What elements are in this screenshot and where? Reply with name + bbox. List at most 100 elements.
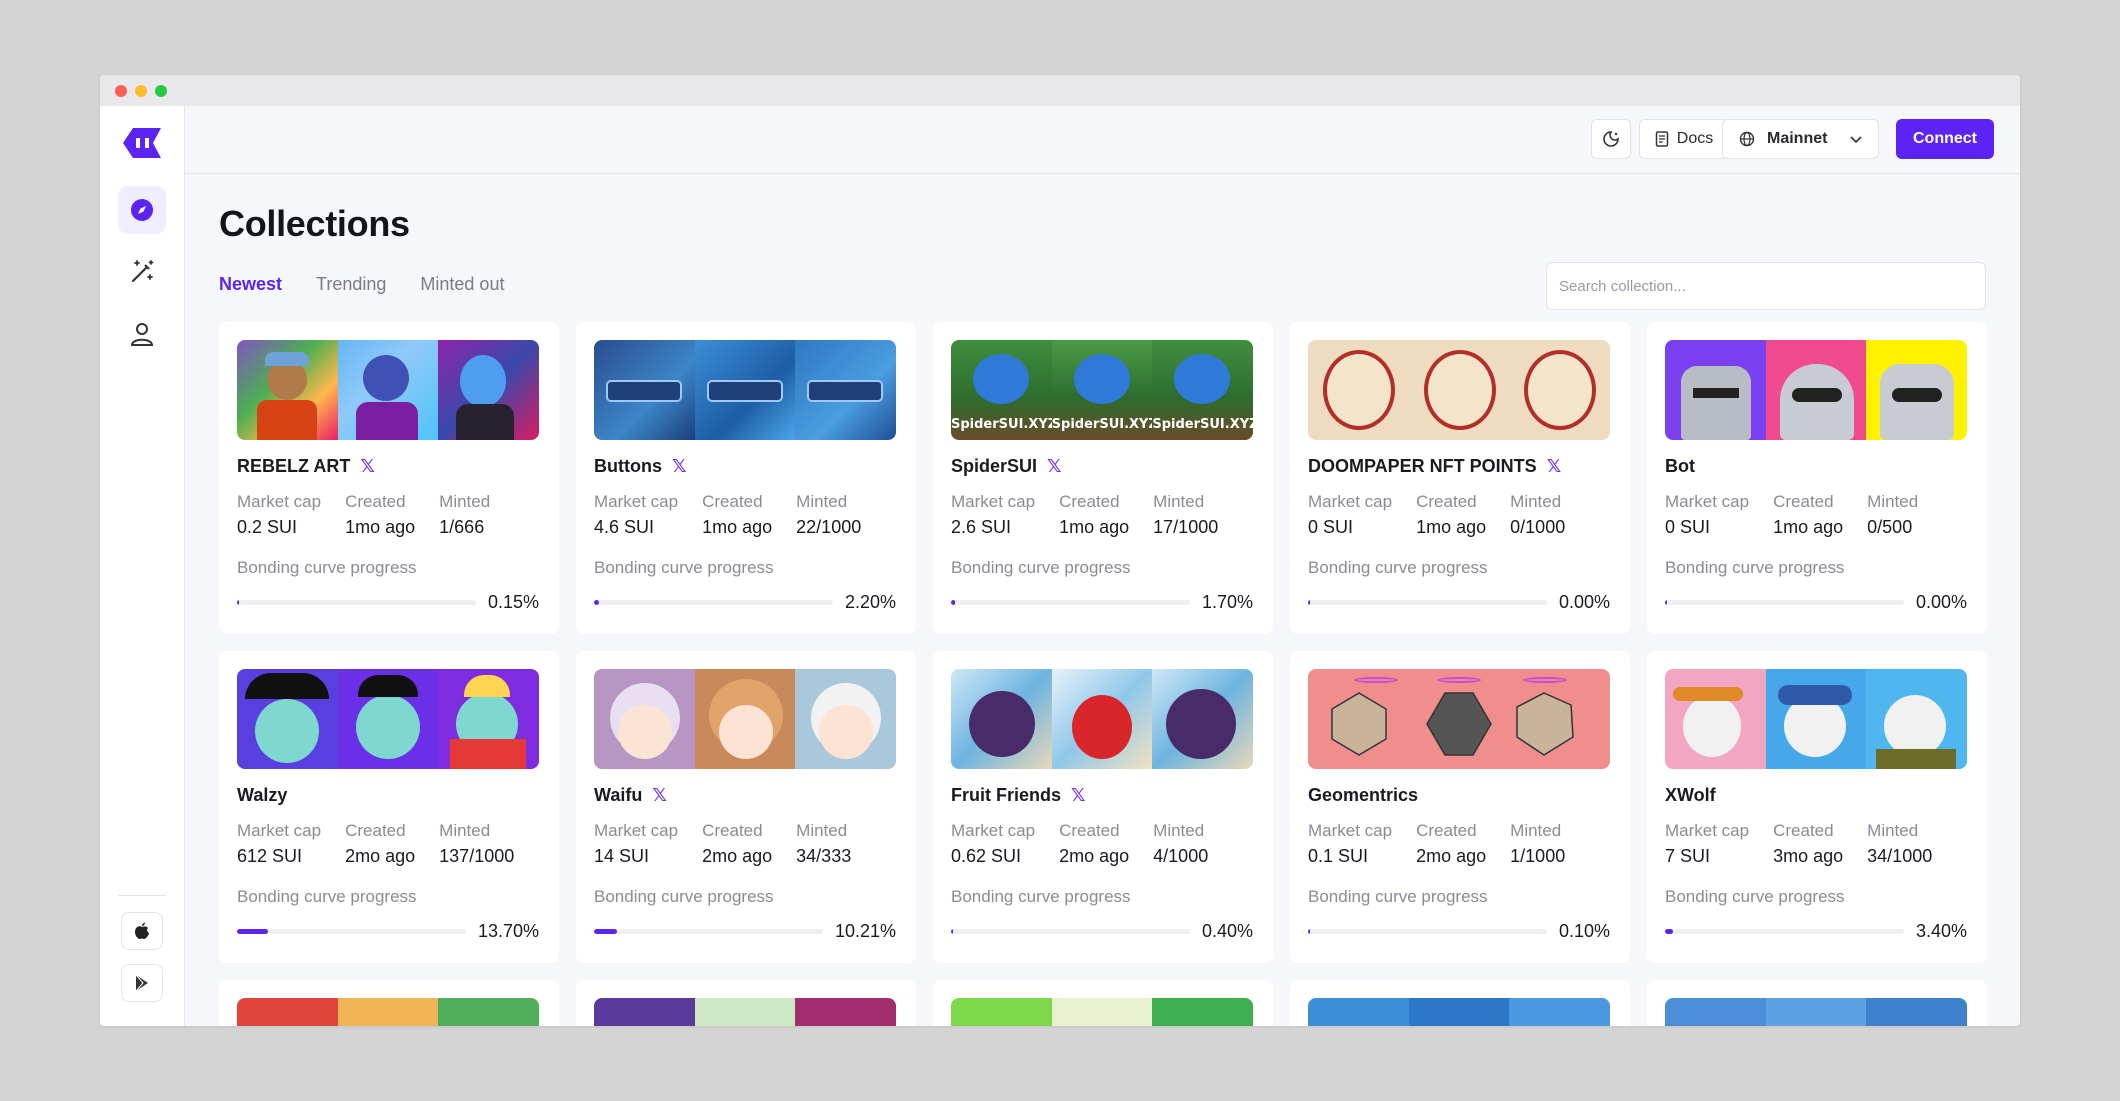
minted-label: Minted: [439, 492, 491, 511]
collection-card[interactable]: Buttons 𝕏 Market cap 4.6 SUI Created 1mo a…: [576, 322, 916, 634]
user-icon: [130, 323, 154, 346]
nav-profile[interactable]: [118, 310, 166, 358]
collection-card[interactable]: Waifu 𝕏 Market cap 14 SUI Created 2mo ago …: [576, 651, 916, 963]
collection-card[interactable]: [219, 980, 559, 1026]
collection-card[interactable]: Bot Market cap 0 SUI Created 1mo ago Minte…: [1647, 322, 1987, 634]
collection-card[interactable]: [1647, 980, 1987, 1026]
minted-value: 34/333: [796, 846, 852, 866]
created-value: 2mo ago: [1059, 846, 1130, 866]
x-twitter-icon[interactable]: 𝕏: [1047, 456, 1062, 477]
collection-card[interactable]: Fruit Friends 𝕏 Market cap 0.62 SUI Creat…: [933, 651, 1273, 963]
nav-explore[interactable]: [118, 186, 166, 234]
docs-button[interactable]: Docs: [1639, 119, 1729, 159]
minted-label: Minted: [1153, 821, 1205, 840]
network-selector[interactable]: Mainnet: [1722, 119, 1879, 159]
bonding-curve-label: Bonding curve progress: [237, 558, 417, 577]
market-cap-value: 0.1 SUI: [1308, 846, 1369, 866]
app-store-button[interactable]: [121, 912, 163, 950]
progress-value: 0.00%: [1915, 592, 1967, 612]
collection-thumbnail: [594, 998, 896, 1026]
collection-thumbnail: [1308, 998, 1610, 1026]
collection-card[interactable]: Walzy Market cap 612 SUI Created 2mo ago M…: [219, 651, 559, 963]
google-play-button[interactable]: [121, 964, 163, 1002]
market-cap-label: Market cap: [237, 492, 322, 511]
maximize-window-dot[interactable]: [155, 84, 167, 97]
market-cap-value: 4.6 SUI: [594, 517, 655, 537]
tab-newest[interactable]: Newest: [219, 274, 282, 295]
x-twitter-icon[interactable]: 𝕏: [652, 785, 667, 806]
collection-thumbnail: SpiderSUI.XYZ SpiderSUI.XYZ SpiderSUI.XY…: [951, 340, 1253, 440]
minted-label: Minted: [1510, 821, 1562, 840]
collection-thumbnail: [237, 669, 539, 769]
created-value: 2mo ago: [702, 846, 773, 866]
created-label: Created: [702, 821, 763, 840]
collection-name: SpiderSUI: [951, 456, 1038, 476]
market-cap-label: Market cap: [1665, 821, 1750, 840]
chevron-down-icon: [1850, 136, 1863, 144]
topbar: Docs Mainnet Connect: [185, 106, 2020, 174]
apple-icon: [135, 922, 149, 939]
created-label: Created: [345, 821, 406, 840]
progress-fill: [1665, 600, 1668, 605]
spider-watermark: SpiderSUI.XYZ: [1051, 417, 1153, 432]
nav-create[interactable]: [118, 248, 166, 296]
network-label: Mainnet: [1767, 130, 1828, 147]
market-cap-value: 0 SUI: [1665, 517, 1711, 537]
minted-label: Minted: [1510, 492, 1562, 511]
market-cap-value: 2.6 SUI: [951, 517, 1012, 537]
minted-value: 1/666: [439, 517, 485, 537]
collection-card[interactable]: SpiderSUI.XYZ SpiderSUI.XYZ SpiderSUI.XY…: [933, 322, 1273, 634]
market-cap-value: 0.62 SUI: [951, 846, 1022, 866]
docs-label: Docs: [1676, 130, 1714, 147]
close-window-dot[interactable]: [115, 84, 127, 97]
spider-watermark: SpiderSUI.XYZ: [951, 417, 1052, 432]
market-cap-label: Market cap: [1308, 821, 1393, 840]
collection-card[interactable]: Geomentrics Market cap 0.1 SUI Created 2mo…: [1290, 651, 1630, 963]
x-twitter-icon[interactable]: 𝕏: [360, 456, 375, 477]
collection-name: DOOMPAPER NFT POINTS: [1308, 456, 1537, 476]
minted-label: Minted: [1153, 492, 1205, 511]
created-label: Created: [1416, 821, 1477, 840]
created-value: 1mo ago: [345, 517, 416, 537]
bonding-curve-label: Bonding curve progress: [1308, 887, 1488, 906]
created-value: 1mo ago: [702, 517, 773, 537]
market-cap-label: Market cap: [594, 492, 679, 511]
theme-toggle-button[interactable]: [1591, 119, 1631, 159]
collection-card[interactable]: [933, 980, 1273, 1026]
collection-thumbnail: [1308, 340, 1610, 440]
progress-fill: [594, 929, 618, 934]
progress-fill: [594, 600, 600, 605]
collection-card[interactable]: XWolf Market cap 7 SUI Created 3mo ago Min…: [1647, 651, 1987, 963]
x-twitter-icon[interactable]: 𝕏: [672, 456, 687, 477]
created-value: 2mo ago: [1416, 846, 1487, 866]
minted-value: 4/1000: [1153, 846, 1209, 866]
tab-minted-out[interactable]: Minted out: [420, 274, 504, 295]
logo-icon[interactable]: [119, 126, 165, 160]
bonding-curve-label: Bonding curve progress: [594, 887, 774, 906]
app-window: Docs Mainnet Connect Collections Newest …: [100, 75, 2020, 1026]
created-value: 2mo ago: [345, 846, 416, 866]
minted-value: 0/1000: [1510, 517, 1566, 537]
progress-fill: [1308, 600, 1311, 605]
bonding-curve-label: Bonding curve progress: [594, 558, 774, 577]
tab-trending[interactable]: Trending: [316, 274, 386, 295]
collection-card[interactable]: [576, 980, 916, 1026]
collection-card[interactable]: [1290, 980, 1630, 1026]
collection-card[interactable]: REBELZ ART 𝕏 Market cap 0.2 SUI Created 1m…: [219, 322, 559, 634]
minimize-window-dot[interactable]: [135, 84, 147, 97]
created-value: 1mo ago: [1773, 517, 1844, 537]
window-titlebar: [100, 75, 2020, 106]
minted-label: Minted: [439, 821, 491, 840]
minted-value: 137/1000: [439, 846, 515, 866]
x-twitter-icon[interactable]: 𝕏: [1071, 785, 1086, 806]
main-content: Docs Mainnet Connect Collections Newest …: [185, 106, 2020, 1026]
connect-button[interactable]: Connect: [1896, 119, 1994, 159]
x-twitter-icon[interactable]: 𝕏: [1547, 456, 1562, 477]
created-label: Created: [1773, 492, 1834, 511]
collection-card[interactable]: DOOMPAPER NFT POINTS 𝕏 Market cap 0 SUI C…: [1290, 322, 1630, 634]
collection-grid: REBELZ ART 𝕏 Market cap 0.2 SUI Created 1m…: [219, 322, 1987, 1026]
collection-thumbnail: [237, 340, 539, 440]
search-input[interactable]: Search collection...: [1546, 262, 1986, 310]
progress-bar: [594, 600, 833, 605]
progress-bar: [237, 600, 476, 605]
